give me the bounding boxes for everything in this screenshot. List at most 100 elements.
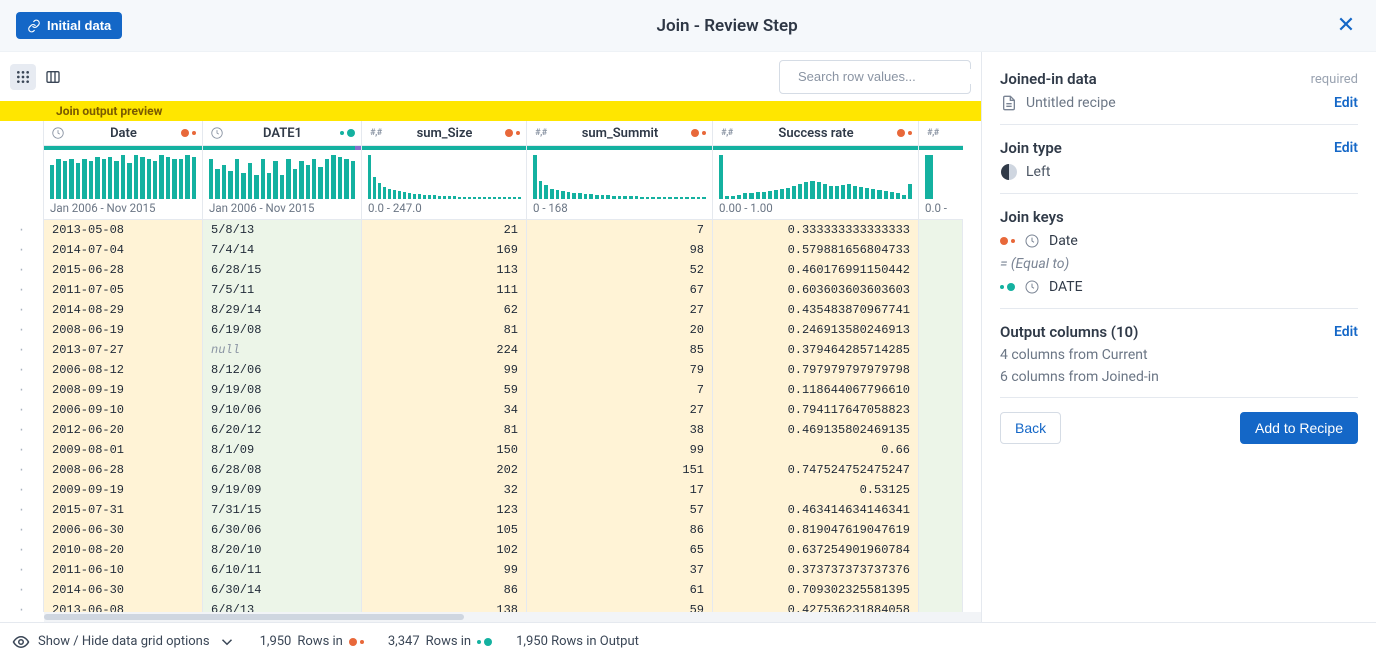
column-header[interactable]: Success rate xyxy=(713,121,918,146)
table-row[interactable]: ·2008-09-199/19/085970.118644067796610 xyxy=(0,380,981,400)
cell-peek[interactable] xyxy=(919,240,963,260)
join-type-edit-link[interactable]: Edit xyxy=(1334,140,1358,156)
cell-peek[interactable] xyxy=(919,380,963,400)
cell-sum-summit[interactable]: 65 xyxy=(527,540,713,560)
table-row[interactable]: ·2015-07-317/31/15123570.463414634146341 xyxy=(0,500,981,520)
table-row[interactable]: ·2009-08-018/1/09150990.66 xyxy=(0,440,981,460)
cell-success-rate[interactable]: 0.603603603603603 xyxy=(713,280,919,300)
cell-sum-size[interactable]: 111 xyxy=(362,280,527,300)
cell-date1[interactable]: 8/29/14 xyxy=(203,300,362,320)
cell-success-rate[interactable]: 0.66 xyxy=(713,440,919,460)
cell-date1[interactable]: 7/31/15 xyxy=(203,500,362,520)
cell-date1[interactable]: 6/19/08 xyxy=(203,320,362,340)
cell-sum-summit[interactable]: 37 xyxy=(527,560,713,580)
table-row[interactable]: ·2011-07-057/5/11111670.603603603603603 xyxy=(0,280,981,300)
cell-sum-summit[interactable]: 98 xyxy=(527,240,713,260)
cell-date[interactable]: 2015-07-31 xyxy=(44,500,203,520)
search-input[interactable] xyxy=(798,69,974,84)
cell-success-rate[interactable]: 0.637254901960784 xyxy=(713,540,919,560)
cell-sum-size[interactable]: 150 xyxy=(362,440,527,460)
cell-sum-summit[interactable]: 85 xyxy=(527,340,713,360)
cell-date1[interactable]: 6/8/13 xyxy=(203,600,362,612)
cell-sum-summit[interactable]: 57 xyxy=(527,500,713,520)
cell-peek[interactable] xyxy=(919,420,963,440)
cell-success-rate[interactable]: 0.118644067796610 xyxy=(713,380,919,400)
cell-date[interactable]: 2013-07-27 xyxy=(44,340,203,360)
cell-success-rate[interactable]: 0.709302325581395 xyxy=(713,580,919,600)
column-header[interactable]: sum_Size xyxy=(362,121,526,146)
column-header[interactable] xyxy=(919,121,963,146)
table-row[interactable]: ·2012-06-206/20/1281380.469135802469135 xyxy=(0,420,981,440)
cell-date1[interactable]: 8/1/09 xyxy=(203,440,362,460)
columns-mode-button[interactable] xyxy=(40,64,66,90)
search-input-wrapper[interactable] xyxy=(779,60,971,94)
cell-date[interactable]: 2015-06-28 xyxy=(44,260,203,280)
table-row[interactable]: ·2011-06-106/10/1199370.373737373737376 xyxy=(0,560,981,580)
cell-sum-summit[interactable]: 86 xyxy=(527,520,713,540)
cell-peek[interactable] xyxy=(919,300,963,320)
cell-sum-size[interactable]: 113 xyxy=(362,260,527,280)
cell-success-rate[interactable]: 0.246913580246913 xyxy=(713,320,919,340)
table-row[interactable]: ·2013-06-086/8/13138590.427536231884058 xyxy=(0,600,981,612)
grid-mode-button[interactable] xyxy=(10,64,36,90)
cell-peek[interactable] xyxy=(919,320,963,340)
cell-peek[interactable] xyxy=(919,500,963,520)
cell-sum-summit[interactable]: 61 xyxy=(527,580,713,600)
cell-sum-summit[interactable]: 27 xyxy=(527,300,713,320)
column-header[interactable]: DATE1 xyxy=(203,121,361,146)
table-row[interactable]: ·2009-09-199/19/0932170.53125 xyxy=(0,480,981,500)
cell-date[interactable]: 2014-06-30 xyxy=(44,580,203,600)
cell-success-rate[interactable]: 0.579881656804733 xyxy=(713,240,919,260)
cell-date1[interactable]: 8/12/06 xyxy=(203,360,362,380)
cell-success-rate[interactable]: 0.427536231884058 xyxy=(713,600,919,612)
cell-date[interactable]: 2006-09-10 xyxy=(44,400,203,420)
add-to-recipe-button[interactable]: Add to Recipe xyxy=(1240,412,1358,444)
cell-date[interactable]: 2008-09-19 xyxy=(44,380,203,400)
table-row[interactable]: ·2006-09-109/10/0634270.794117647058823 xyxy=(0,400,981,420)
cell-date[interactable]: 2014-07-04 xyxy=(44,240,203,260)
table-row[interactable]: ·2014-08-298/29/1462270.435483870967741 xyxy=(0,300,981,320)
cell-date[interactable]: 2011-07-05 xyxy=(44,280,203,300)
table-row[interactable]: ·2006-08-128/12/0699790.797979797979798 xyxy=(0,360,981,380)
cell-peek[interactable] xyxy=(919,360,963,380)
cell-sum-size[interactable]: 34 xyxy=(362,400,527,420)
cell-sum-size[interactable]: 102 xyxy=(362,540,527,560)
output-columns-edit-link[interactable]: Edit xyxy=(1334,324,1358,340)
table-row[interactable]: ·2014-06-306/30/1486610.709302325581395 xyxy=(0,580,981,600)
back-button[interactable]: Back xyxy=(1000,412,1061,444)
cell-peek[interactable] xyxy=(919,400,963,420)
cell-date[interactable]: 2014-08-29 xyxy=(44,300,203,320)
cell-success-rate[interactable]: 0.379464285714285 xyxy=(713,340,919,360)
cell-success-rate[interactable]: 0.819047619047619 xyxy=(713,520,919,540)
scrollbar-thumb[interactable] xyxy=(44,614,464,620)
cell-success-rate[interactable]: 0.747524752475247 xyxy=(713,460,919,480)
cell-date1[interactable]: 6/30/14 xyxy=(203,580,362,600)
grid-options-toggle[interactable]: Show / Hide data grid options xyxy=(12,633,236,651)
cell-peek[interactable] xyxy=(919,520,963,540)
cell-date1[interactable]: 7/5/11 xyxy=(203,280,362,300)
cell-date[interactable]: 2008-06-28 xyxy=(44,460,203,480)
initial-data-button[interactable]: Initial data xyxy=(16,12,122,39)
cell-success-rate[interactable]: 0.460176991150442 xyxy=(713,260,919,280)
cell-success-rate[interactable]: 0.53125 xyxy=(713,480,919,500)
cell-date1[interactable]: null xyxy=(203,340,362,360)
cell-sum-size[interactable]: 123 xyxy=(362,500,527,520)
cell-date1[interactable]: 6/30/06 xyxy=(203,520,362,540)
cell-sum-summit[interactable]: 67 xyxy=(527,280,713,300)
joined-recipe-name[interactable]: Untitled recipe xyxy=(1026,95,1334,111)
cell-success-rate[interactable]: 0.463414634146341 xyxy=(713,500,919,520)
cell-date[interactable]: 2010-08-20 xyxy=(44,540,203,560)
table-row[interactable]: ·2006-06-306/30/06105860.819047619047619 xyxy=(0,520,981,540)
cell-sum-size[interactable]: 99 xyxy=(362,360,527,380)
cell-date1[interactable]: 6/28/15 xyxy=(203,260,362,280)
table-row[interactable]: ·2013-05-085/8/132170.333333333333333 xyxy=(0,220,981,240)
cell-sum-size[interactable]: 32 xyxy=(362,480,527,500)
cell-date[interactable]: 2011-06-10 xyxy=(44,560,203,580)
cell-peek[interactable] xyxy=(919,580,963,600)
cell-peek[interactable] xyxy=(919,340,963,360)
cell-sum-size[interactable]: 86 xyxy=(362,580,527,600)
cell-sum-size[interactable]: 59 xyxy=(362,380,527,400)
cell-success-rate[interactable]: 0.794117647058823 xyxy=(713,400,919,420)
cell-success-rate[interactable]: 0.333333333333333 xyxy=(713,220,919,240)
cell-peek[interactable] xyxy=(919,220,963,240)
